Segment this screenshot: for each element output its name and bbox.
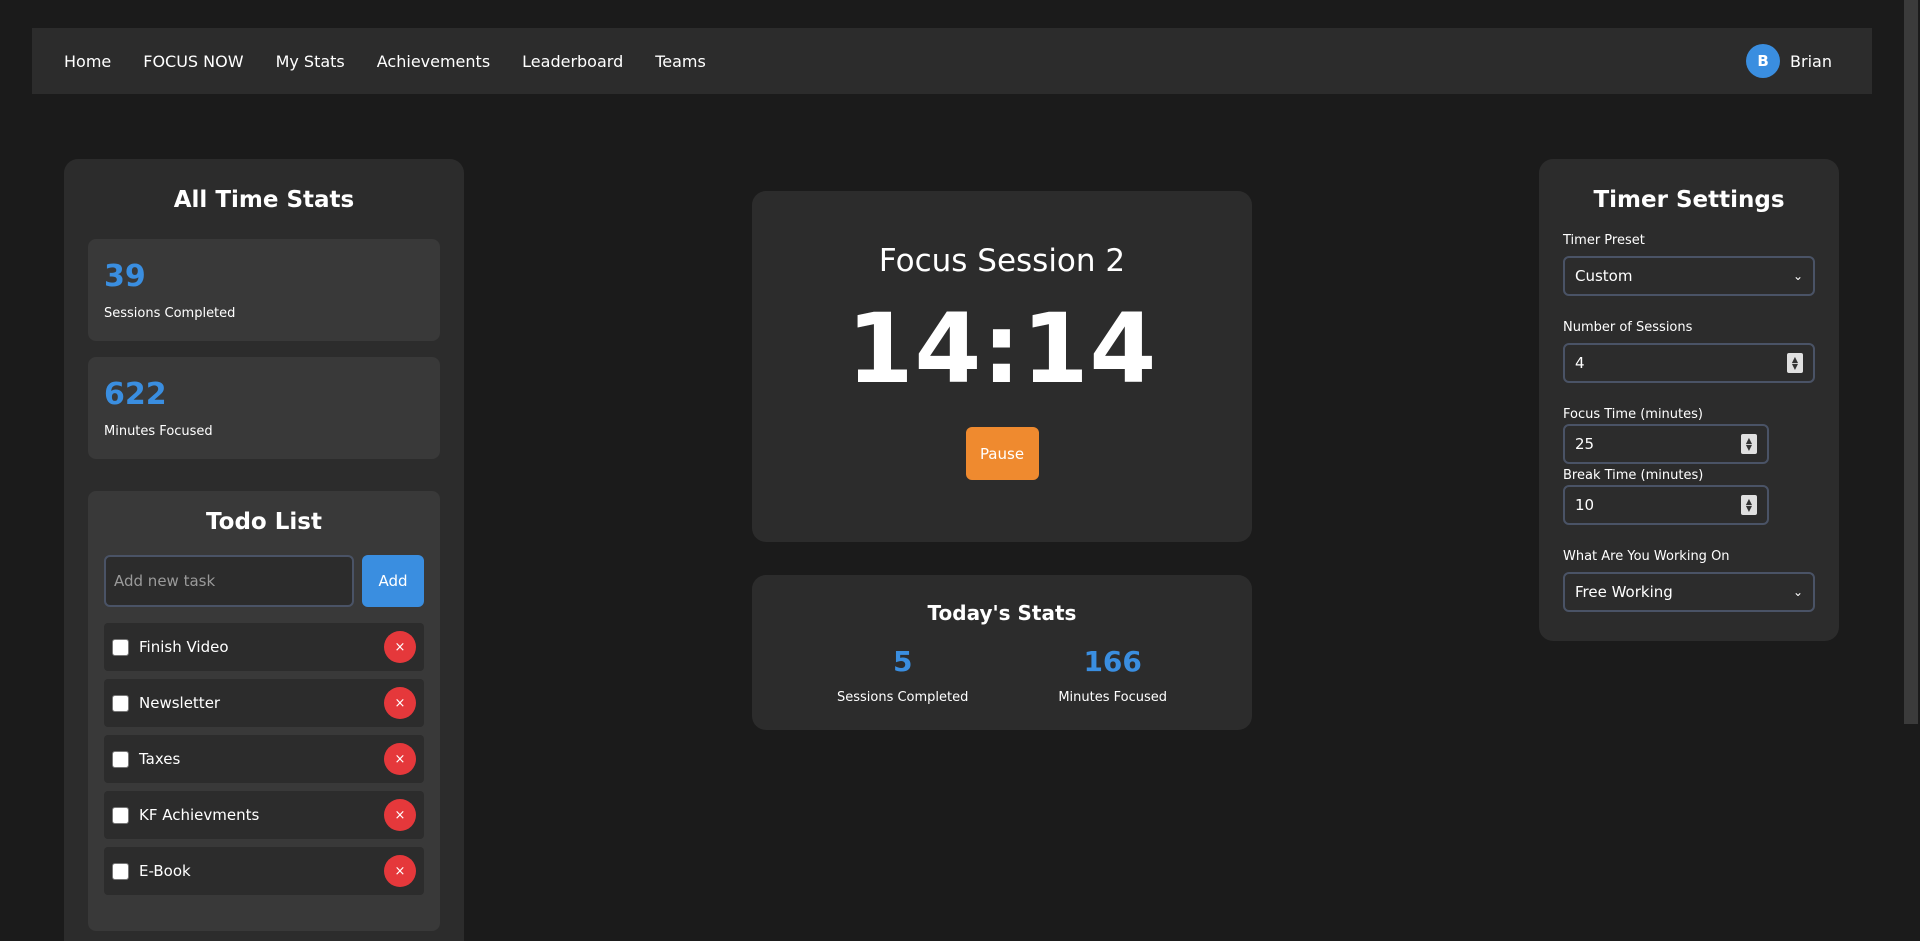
today-minutes-value: 166 — [1083, 645, 1142, 678]
todo-item-text: Taxes — [139, 750, 181, 768]
timer-preset-value: Custom — [1575, 267, 1633, 285]
nav-teams[interactable]: Teams — [655, 52, 706, 71]
todo-item-text: Newsletter — [139, 694, 221, 712]
todo-item: E-Book × — [104, 847, 424, 895]
break-time-input[interactable]: 10 ▲ ▼ — [1563, 485, 1769, 525]
delete-task-button[interactable]: × — [384, 743, 416, 775]
working-on-value: Free Working — [1575, 583, 1673, 601]
all-time-stats-panel: All Time Stats 39 Sessions Completed 622… — [64, 159, 464, 941]
number-spinner[interactable]: ▲ ▼ — [1741, 434, 1757, 454]
todo-item-text: E-Book — [139, 862, 191, 880]
user-name[interactable]: Brian — [1790, 52, 1832, 71]
today-sessions-label: Sessions Completed — [836, 690, 969, 705]
number-of-sessions-input[interactable]: 4 ▲ ▼ — [1563, 343, 1815, 383]
todo-item: Finish Video × — [104, 623, 424, 671]
all-time-sessions-card: 39 Sessions Completed — [88, 239, 440, 341]
todo-list-panel: Todo List Add Finish Video × Newsletter … — [88, 491, 440, 931]
todo-checkbox[interactable] — [112, 862, 129, 880]
today-minutes: 166 Minutes Focused — [1058, 645, 1167, 705]
number-spinner[interactable]: ▲ ▼ — [1787, 353, 1803, 373]
todo-checkbox[interactable] — [112, 806, 129, 824]
focus-time-label: Focus Time (minutes) — [1563, 407, 1703, 422]
todo-checkbox[interactable] — [112, 638, 129, 656]
new-task-input[interactable] — [104, 555, 354, 607]
avatar[interactable]: B — [1746, 44, 1781, 78]
delete-task-button[interactable]: × — [384, 687, 416, 719]
number-of-sessions-label: Number of Sessions — [1563, 320, 1693, 335]
todo-item-text: Finish Video — [139, 638, 229, 656]
chevron-down-icon: ⌄ — [1792, 585, 1803, 599]
page-scrollbar[interactable] — [1903, 0, 1920, 941]
delete-task-button[interactable]: × — [384, 631, 416, 663]
chevron-down-icon: ⌄ — [1792, 269, 1803, 283]
timer-display: 14:14 — [846, 293, 1158, 405]
delete-task-button[interactable]: × — [384, 855, 416, 887]
all-time-minutes-card: 622 Minutes Focused — [88, 357, 440, 459]
number-spinner[interactable]: ▲ ▼ — [1741, 495, 1757, 515]
nav-focus-now[interactable]: FOCUS NOW — [143, 52, 243, 71]
all-time-sessions-value: 39 — [104, 259, 146, 294]
todo-input-row: Add — [104, 555, 424, 607]
focus-timer-card: Focus Session 2 14:14 Pause — [752, 191, 1252, 542]
todo-item: Taxes × — [104, 735, 424, 783]
today-minutes-label: Minutes Focused — [1058, 690, 1168, 705]
todo-item: KF Achievments × — [104, 791, 424, 839]
scrollbar-thumb[interactable] — [1904, 0, 1918, 724]
top-navbar: Home FOCUS NOW My Stats Achievements Lea… — [32, 28, 1872, 94]
nav-home[interactable]: Home — [64, 52, 111, 71]
today-sessions: 5 Sessions Completed — [837, 645, 968, 705]
todays-stats-title: Today's Stats — [927, 601, 1077, 625]
todo-item: Newsletter × — [104, 679, 424, 727]
focus-time-input[interactable]: 25 ▲ ▼ — [1563, 424, 1769, 464]
timer-settings-panel: Timer Settings Timer Preset Custom ⌄ Num… — [1539, 159, 1839, 641]
todays-stats-row: 5 Sessions Completed 166 Minutes Focused — [752, 645, 1252, 705]
pause-button[interactable]: Pause — [965, 427, 1039, 480]
timer-preset-select[interactable]: Custom ⌄ — [1563, 256, 1815, 296]
focus-time-value: 25 — [1575, 435, 1595, 453]
nav-my-stats[interactable]: My Stats — [276, 52, 345, 71]
all-time-stats-title: All Time Stats — [173, 187, 355, 213]
nav-achievements[interactable]: Achievements — [377, 52, 490, 71]
nav-links: Home FOCUS NOW My Stats Achievements Lea… — [64, 52, 706, 71]
working-on-select[interactable]: Free Working ⌄ — [1563, 572, 1815, 612]
number-of-sessions-value: 4 — [1575, 354, 1585, 372]
all-time-minutes-label: Minutes Focused — [104, 424, 213, 439]
todo-item-text: KF Achievments — [139, 806, 260, 824]
user-menu[interactable]: B Brian — [1746, 44, 1832, 78]
todays-stats-card: Today's Stats 5 Sessions Completed 166 M… — [752, 575, 1252, 730]
all-time-sessions-label: Sessions Completed — [104, 306, 236, 321]
all-time-minutes-value: 622 — [104, 377, 167, 412]
working-on-label: What Are You Working On — [1563, 549, 1730, 564]
break-time-value: 10 — [1575, 496, 1595, 514]
todo-checkbox[interactable] — [112, 694, 129, 712]
delete-task-button[interactable]: × — [384, 799, 416, 831]
add-task-button[interactable]: Add — [362, 555, 424, 607]
todo-items: Finish Video × Newsletter × Taxes × KF A… — [104, 623, 424, 895]
timer-settings-title: Timer Settings — [1593, 187, 1785, 213]
todo-list-title: Todo List — [206, 509, 322, 535]
session-title: Focus Session 2 — [878, 243, 1126, 279]
todo-checkbox[interactable] — [112, 750, 129, 768]
nav-leaderboard[interactable]: Leaderboard — [522, 52, 623, 71]
timer-preset-label: Timer Preset — [1563, 233, 1645, 248]
today-sessions-value: 5 — [892, 645, 913, 678]
break-time-label: Break Time (minutes) — [1563, 468, 1704, 483]
